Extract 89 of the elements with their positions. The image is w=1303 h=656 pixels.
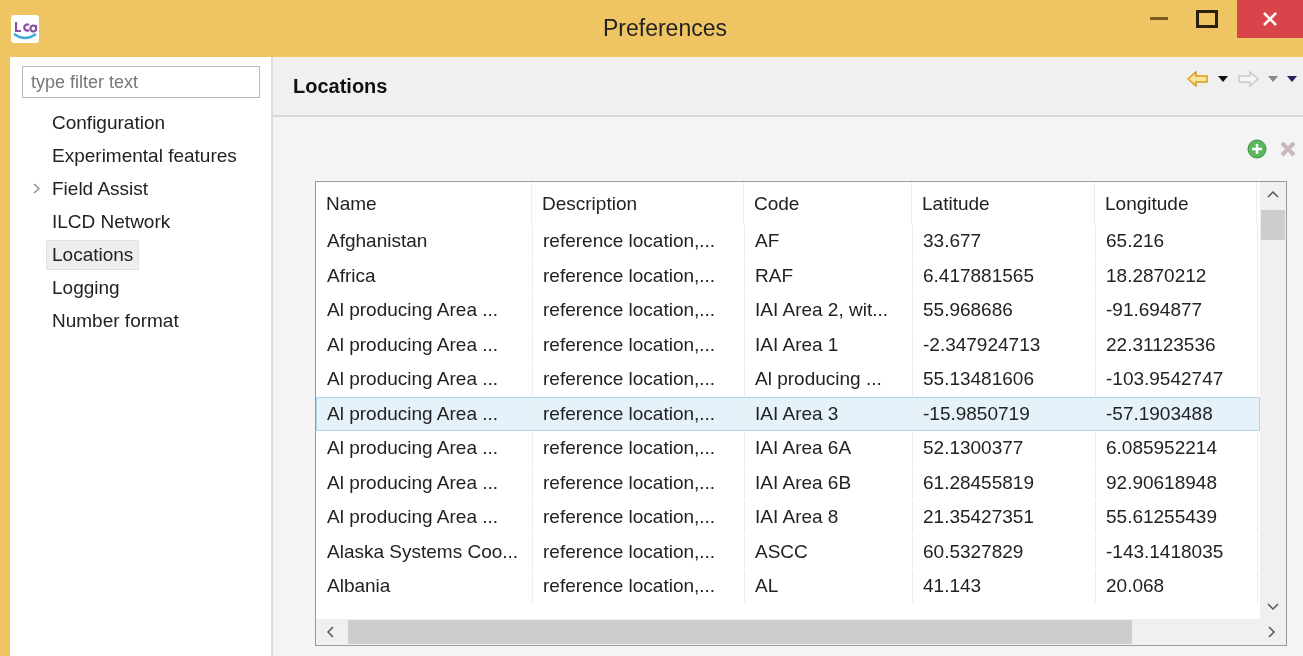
table-cell: Al producing Area ...	[317, 501, 533, 534]
tree-item[interactable]: Locations	[46, 239, 140, 270]
table-cell: Alaska Systems Coo...	[317, 535, 533, 568]
table-cell: -91.694877	[1096, 294, 1258, 327]
scrollbar-thumb[interactable]	[348, 620, 1132, 644]
table-cell: 55.968686	[913, 294, 1096, 327]
view-menu-icon[interactable]	[1287, 76, 1297, 82]
table-cell: 22.31123536	[1096, 328, 1258, 361]
horizontal-scrollbar[interactable]	[316, 619, 1286, 645]
column-header[interactable]: Description	[532, 182, 744, 224]
tree-item[interactable]: ILCD Network	[46, 206, 177, 237]
dropdown-icon[interactable]	[1218, 76, 1228, 82]
table-cell: reference location,...	[533, 397, 745, 430]
add-icon[interactable]	[1247, 139, 1267, 159]
table-cell: Africa	[317, 259, 533, 292]
table-cell: Al producing Area ...	[317, 432, 533, 465]
table-cell: IAI Area 8	[745, 501, 913, 534]
table-cell: IAI Area 6B	[745, 466, 913, 499]
scroll-left-icon[interactable]	[326, 626, 334, 638]
table-cell: 6.417881565	[913, 259, 1096, 292]
table-cell: 33.677	[913, 225, 1096, 258]
table-cell: ASCC	[745, 535, 913, 568]
table-cell: Al producing ...	[745, 363, 913, 396]
table-cell: -57.1903488	[1096, 397, 1258, 430]
vertical-scrollbar[interactable]	[1260, 182, 1286, 619]
table-cell: RAF	[745, 259, 913, 292]
table-cell: -103.9542747	[1096, 363, 1258, 396]
table-cell: AL	[745, 570, 913, 603]
expand-chevron-icon[interactable]	[32, 183, 40, 194]
table-cell: 92.90618948	[1096, 466, 1258, 499]
table-cell: reference location,...	[533, 466, 745, 499]
table-cell: -15.9850719	[913, 397, 1096, 430]
tree-item[interactable]: Experimental features	[46, 140, 243, 171]
selected-row-highlight[interactable]: Al producing Area ... reference location,... IAI Area 3 -15.9850719 -57.1903488	[316, 396, 1260, 431]
tree-item[interactable]: Configuration	[46, 107, 172, 138]
table-cell: reference location,...	[533, 432, 745, 465]
scroll-down-icon[interactable]	[1267, 603, 1279, 611]
table-cell: 55.61255439	[1096, 501, 1258, 534]
table-cell: 55.13481606	[913, 363, 1096, 396]
table-cell: Afghanistan	[317, 225, 533, 258]
filter-field[interactable]: type filter text	[22, 66, 260, 98]
column-header[interactable]: Code	[744, 182, 912, 224]
table-cell: IAI Area 1	[745, 328, 913, 361]
table-cell: 61.28455819	[913, 466, 1096, 499]
table-cell: IAI Area 6A	[745, 432, 913, 465]
table-cell: Albania	[317, 570, 533, 603]
table-cell: -143.1418035	[1096, 535, 1258, 568]
table-cell: AF	[745, 225, 913, 258]
table-cell: IAI Area 2, wit...	[745, 294, 913, 327]
table-cell: reference location,...	[533, 294, 745, 327]
table-cell: IAI Area 3	[745, 397, 913, 430]
tree-item[interactable]: Field Assist	[46, 173, 155, 204]
window-title: Preferences	[602, 15, 728, 42]
table-cell: 21.35427351	[913, 501, 1096, 534]
table-cell: reference location,...	[533, 501, 745, 534]
app-logo-icon	[10, 13, 40, 44]
table-cell: Al producing Area ...	[317, 328, 533, 361]
table-cell: Al producing Area ...	[317, 397, 533, 430]
scroll-up-icon[interactable]	[1267, 190, 1279, 198]
table-cell: 18.2870212	[1096, 259, 1258, 292]
close-button[interactable]	[1237, 0, 1303, 38]
table-cell: reference location,...	[533, 570, 745, 603]
table-cell: reference location,...	[533, 363, 745, 396]
table-cell: reference location,...	[533, 225, 745, 258]
close-icon	[1262, 11, 1278, 27]
tree-item[interactable]: Number format	[46, 305, 185, 336]
page-title: Locations	[293, 74, 388, 98]
table-cell: Al producing Area ...	[317, 294, 533, 327]
table-cell: reference location,...	[533, 259, 745, 292]
column-header[interactable]: Longitude	[1095, 182, 1257, 224]
table-cell: 6.085952214	[1096, 432, 1258, 465]
column-header[interactable]: Latitude	[912, 182, 1095, 224]
table-cell: reference location,...	[533, 535, 745, 568]
table-cell: reference location,...	[533, 328, 745, 361]
table-cell: 41.143	[913, 570, 1096, 603]
back-arrow-icon[interactable]	[1187, 71, 1209, 87]
scrollbar-thumb[interactable]	[1261, 210, 1285, 240]
scroll-right-icon[interactable]	[1268, 626, 1276, 638]
table-cell: 65.216	[1096, 225, 1258, 258]
table-cell: 20.068	[1096, 570, 1258, 603]
maximize-icon	[1196, 10, 1218, 28]
table-cell: -2.347924713	[913, 328, 1096, 361]
tree-item[interactable]: Logging	[46, 272, 126, 303]
table-cell: Al producing Area ...	[317, 363, 533, 396]
table-cell: 60.5327829	[913, 535, 1096, 568]
table-cell: 52.1300377	[913, 432, 1096, 465]
table-cell: Al producing Area ...	[317, 466, 533, 499]
column-header[interactable]: Name	[316, 182, 532, 224]
minimize-icon	[1150, 17, 1168, 21]
